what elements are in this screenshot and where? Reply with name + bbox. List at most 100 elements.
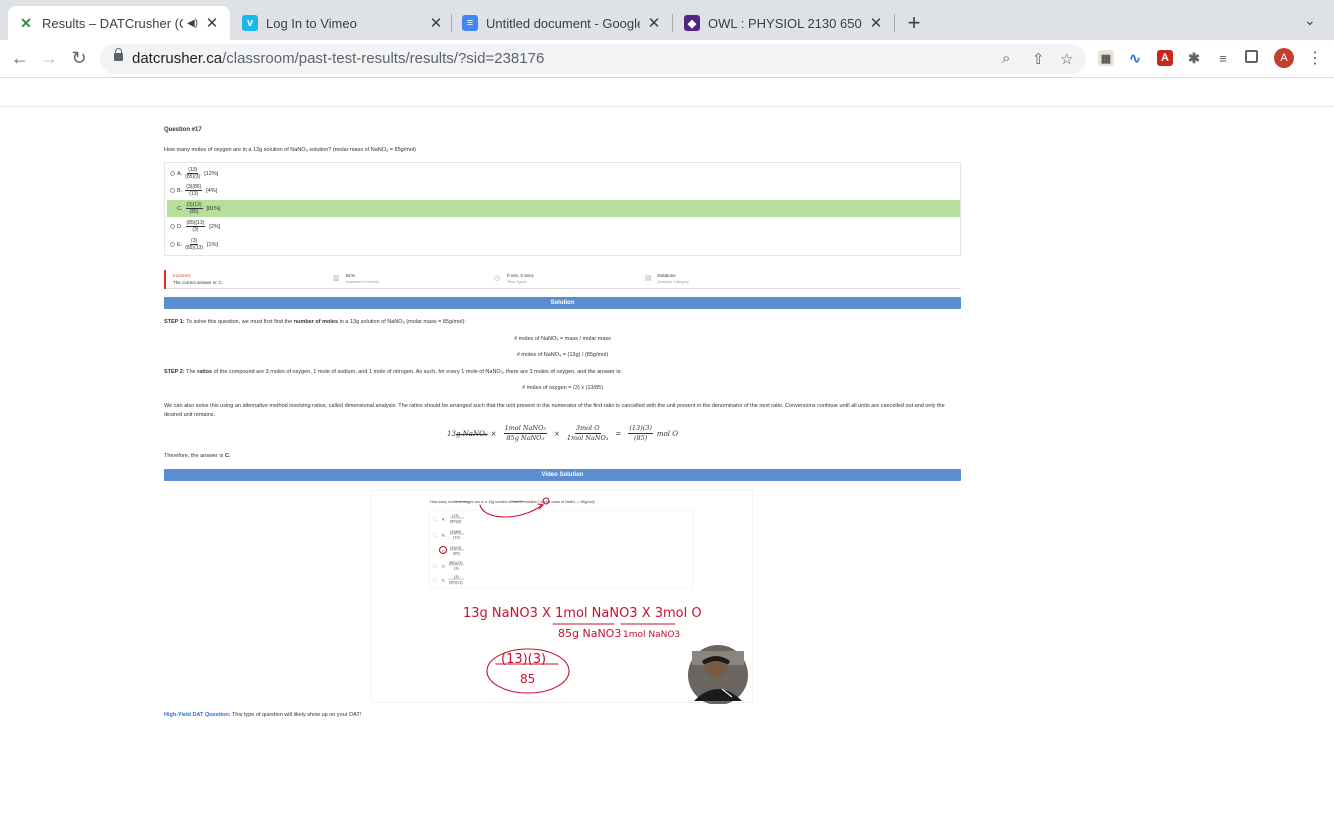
eq-term: 13 <box>447 429 456 438</box>
video-choices-box <box>428 509 694 589</box>
time-label: Time Spent <box>507 280 527 284</box>
choice-d[interactable]: D. (85)(13) (3) [2%] <box>167 218 960 235</box>
video-frame[interactable]: How many moles of oxygen are in a 13g so… <box>372 491 754 705</box>
choice-fraction: (13) (85)(3) <box>185 167 200 180</box>
tab-strip: ✕ Results – DATCrusher (Car ◀) ✕ v Log I… <box>0 0 1334 40</box>
percent-label: Answered Correctly <box>346 280 380 284</box>
high-yield-label: High-Yield DAT Question: <box>164 712 231 718</box>
category-label: Question Category <box>657 280 689 284</box>
media-control-icon[interactable]: ≡ <box>1215 50 1231 66</box>
fraction-denominator: (85)(3) <box>185 174 201 180</box>
tab-search-chevron-icon[interactable]: ⌄ <box>1304 12 1316 29</box>
video-choice-num: (3)(85) <box>450 530 462 534</box>
choice-percent: [12%] <box>204 170 219 177</box>
video-choice-letter: B. <box>442 534 446 538</box>
choice-letter: D. <box>177 223 183 230</box>
choice-c-correct[interactable]: C. (3)(13) (85) [81%] <box>167 200 960 217</box>
choice-letter: E. <box>177 241 183 248</box>
share-icon[interactable]: ⇧ <box>1032 50 1045 68</box>
calculator-extension-icon[interactable]: ▦ <box>1098 50 1114 66</box>
dimensional-analysis-equation: 13 g NaNO₃ × 1mol NaNO₃ 85g NaNO₃ × 3mol O… <box>164 424 961 443</box>
audio-playing-icon[interactable]: ◀) <box>187 18 198 29</box>
alternative-method-text: We can also solve this using an alternat… <box>164 403 945 418</box>
browser-toolbar: ← → ↻ datcrusher.ca/classroom/past-test-… <box>0 40 1334 78</box>
fraction-denominator: (85)(13) <box>185 245 203 251</box>
step-label: STEP 2: <box>164 369 185 375</box>
video-player[interactable]: How many moles of oxygen are in a 13g so… <box>371 490 754 705</box>
equation-2: # moles of NaNO₃ = (13g) / (85g/mol) <box>516 352 609 358</box>
tab-google-docs[interactable]: ≡ Untitled document - Google Do ✕ <box>452 6 672 40</box>
radio-button[interactable] <box>170 188 175 193</box>
lock-icon[interactable] <box>114 48 123 61</box>
video-choice-den: (85)(13) <box>449 581 463 585</box>
answer-choices: A. (13) (85)(3) [12%] B. (3)(85) (13) [4%]… <box>164 162 961 256</box>
tab-divider <box>672 14 673 32</box>
choice-letter: C. <box>177 205 183 212</box>
tab-title: Results – DATCrusher (Car <box>42 15 183 31</box>
choice-fraction: (85)(13) (3) <box>185 220 206 233</box>
side-panel-icon[interactable] <box>1245 50 1258 63</box>
fraction-denominator: (3) <box>192 227 199 233</box>
tab-title: Log In to Vimeo <box>266 15 357 31</box>
result-denominator: (85) <box>633 434 648 442</box>
step-bold: number of moles <box>293 319 339 325</box>
bookmark-star-icon[interactable]: ☆ <box>1060 50 1073 68</box>
new-tab-plus-icon[interactable]: + <box>902 10 926 36</box>
percent-stat: 81% Answered Correctly <box>346 272 379 286</box>
address-bar[interactable]: datcrusher.ca/classroom/past-test-result… <box>100 44 1086 74</box>
question-text: How many moles of oxygen are in a 13g so… <box>164 147 416 153</box>
choice-a[interactable]: A. (13) (85)(3) [12%] <box>167 165 960 182</box>
ratio-denominator: 85g NaNO₃ <box>506 434 545 442</box>
radio-button[interactable] <box>170 242 175 247</box>
video-choice-den: (85) <box>453 552 460 556</box>
forward-arrow-icon[interactable]: → <box>38 48 60 69</box>
equation-3: # moles of oxygen = (3) x (13/85) <box>522 385 603 391</box>
percent-value: 81% <box>346 273 356 278</box>
category-stat: Solutions Question Category <box>657 272 689 286</box>
close-tab-icon[interactable]: ✕ <box>204 14 220 32</box>
handwritten-numerator: (13)(3) <box>501 652 546 667</box>
video-choice-letter: E. <box>442 579 446 583</box>
url-host: datcrusher.ca <box>132 50 223 67</box>
question-number: Question #17 <box>164 127 202 133</box>
close-tab-icon[interactable]: ✕ <box>868 14 884 32</box>
waveform-extension-icon[interactable]: ∿ <box>1127 50 1143 66</box>
bar-chart-icon: ▥ <box>333 275 340 282</box>
eq-unit: g NaNO₃ <box>455 429 488 438</box>
reload-icon[interactable]: ↻ <box>68 48 90 69</box>
tab-owl[interactable]: ◆ OWL : PHYSIOL 2130 650 SU2 ✕ <box>674 6 894 40</box>
close-tab-icon[interactable]: ✕ <box>646 14 662 32</box>
fraction-numerator: (3)(13) <box>185 202 203 209</box>
high-yield-text: This type of question will likely show u… <box>230 712 362 718</box>
ratio-numerator: 3mol O <box>574 424 601 434</box>
menu-kebab-icon[interactable]: ⋮ <box>1307 48 1323 68</box>
tab-datcrusher[interactable]: ✕ Results – DATCrusher (Car ◀) ✕ <box>8 6 230 40</box>
radio-button[interactable] <box>170 171 175 176</box>
choice-b[interactable]: B. (3)(85) (13) [4%] <box>167 182 960 199</box>
tab-divider <box>894 14 895 32</box>
solution-banner: Solution <box>164 297 961 309</box>
video-choice-num: (3) <box>454 575 459 579</box>
url-text[interactable]: datcrusher.ca/classroom/past-test-result… <box>132 50 544 67</box>
video-choice-den: (3) <box>454 567 459 571</box>
handwritten-text: 13g NaNO3 X 1mol NaNO3 X 3mol O 85g NaNO… <box>463 606 702 686</box>
acrobat-extension-icon[interactable]: A <box>1157 50 1173 66</box>
back-arrow-icon[interactable]: ← <box>9 48 31 69</box>
video-choice-letter: D. <box>442 565 446 569</box>
profile-avatar[interactable]: A <box>1274 48 1294 68</box>
choice-letter: A. <box>177 170 183 177</box>
times-sign: × <box>554 429 560 438</box>
ratio-denominator: 1mol NaNO₃ <box>566 434 609 442</box>
close-tab-icon[interactable]: ✕ <box>428 14 444 32</box>
choice-e[interactable]: E. (3) (85)(13) [1%] <box>167 236 960 253</box>
zoom-magnifier-icon[interactable]: ⌕ <box>1002 50 1010 67</box>
result-fraction: (13)(3) (85) <box>628 424 653 443</box>
tab-vimeo[interactable]: v Log In to Vimeo ✕ <box>232 6 454 40</box>
extensions-puzzle-icon[interactable]: ✱ <box>1186 50 1202 66</box>
result-numerator: (13)(3) <box>628 424 653 434</box>
final-answer: C. <box>224 453 231 459</box>
fraction-numerator: (13) <box>187 167 199 174</box>
video-choice-num: (13) <box>452 514 459 518</box>
radio-button[interactable] <box>170 224 175 229</box>
status-label: Incorrect <box>173 273 191 278</box>
